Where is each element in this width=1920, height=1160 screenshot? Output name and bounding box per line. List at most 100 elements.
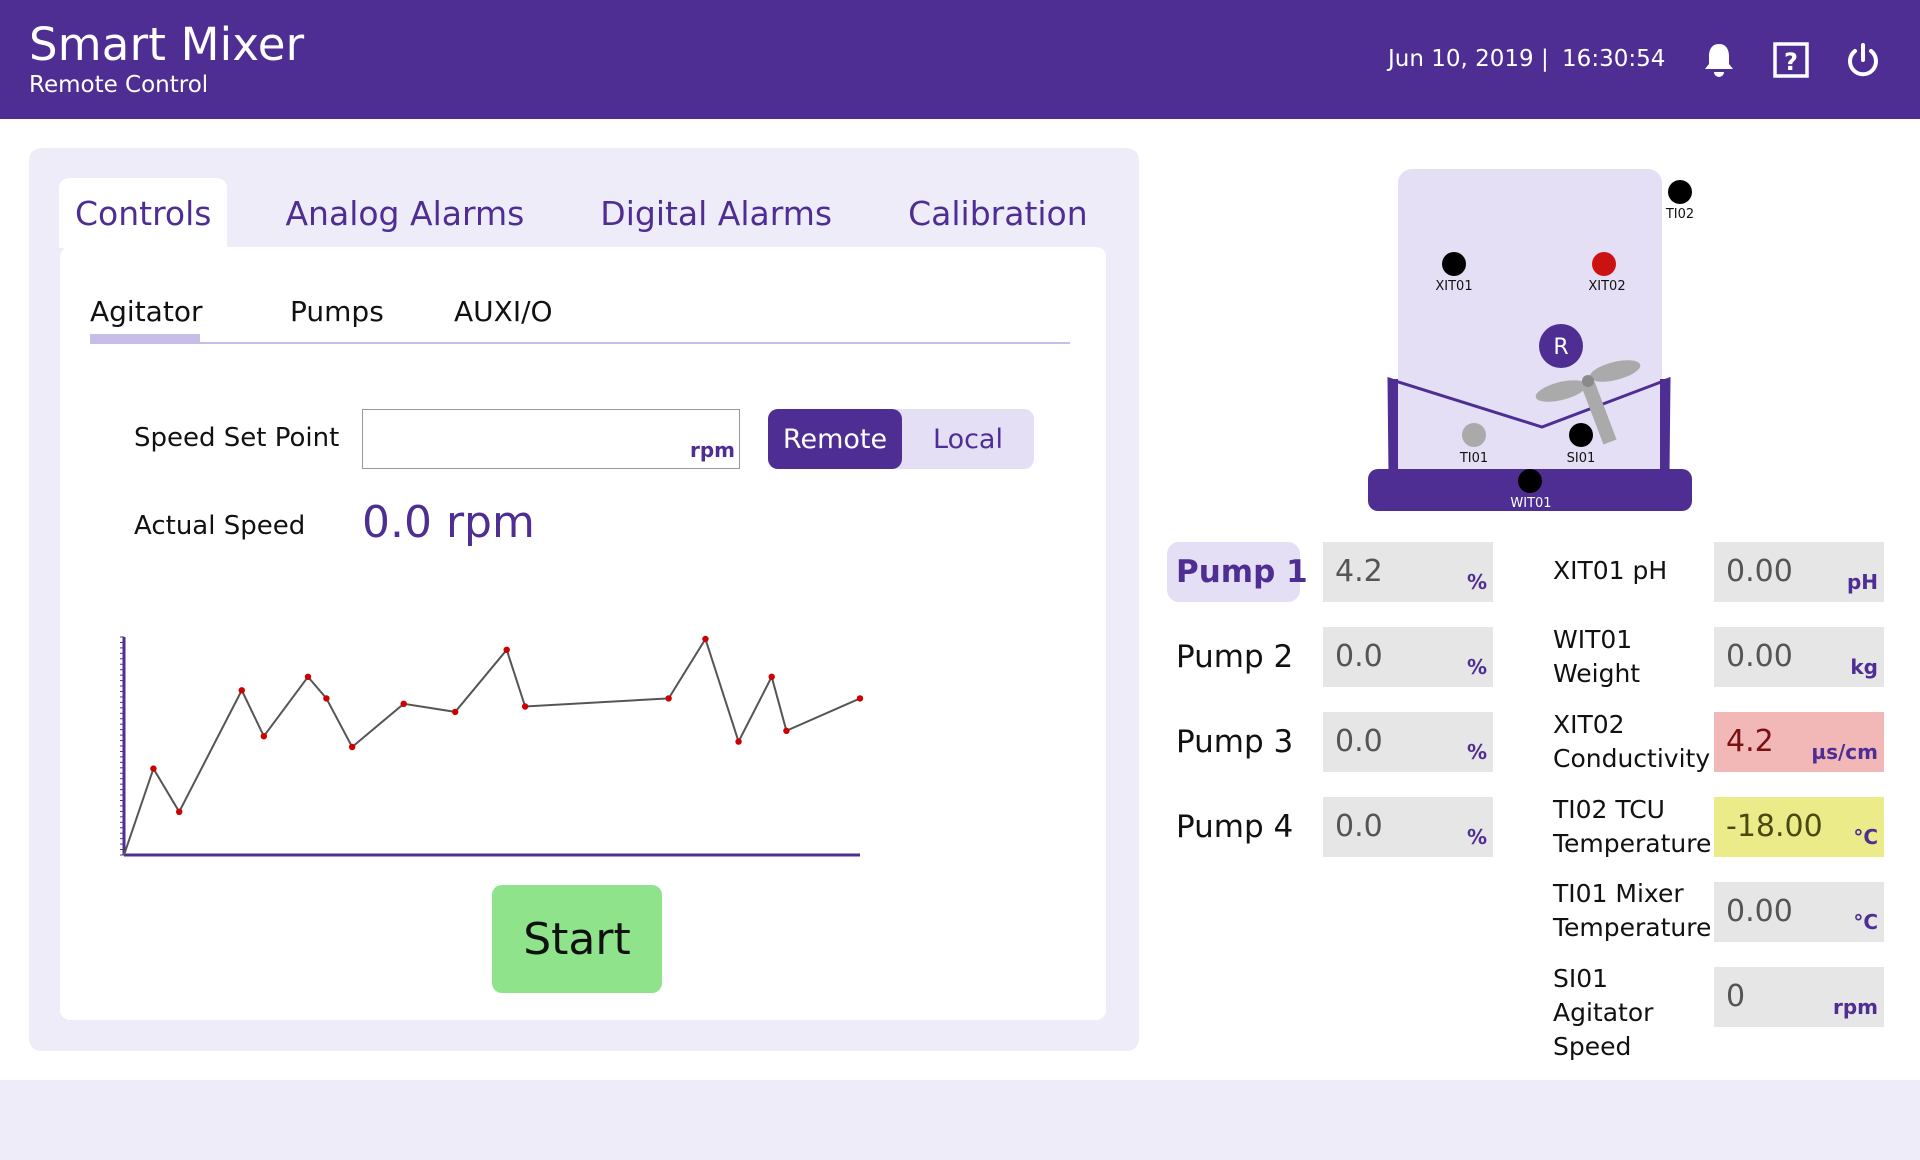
sensor-label-xit02: XIT02: [1588, 279, 1625, 294]
mode-toggle: Remote Local: [768, 409, 1034, 469]
speed-data-point: [348, 743, 356, 751]
sensor-xit02-value-box: 4.2 µs/cm: [1714, 712, 1884, 772]
actual-speed-label: Actual Speed: [134, 511, 306, 541]
footer-bar: [0, 1080, 1920, 1160]
datetime: Jun 10, 2019 | 16:30:54: [1388, 46, 1665, 72]
tab-digital-alarms[interactable]: Digital Alarms: [584, 178, 848, 248]
speed-data-point: [856, 695, 864, 702]
pump-4-value-box: 0.0 %: [1323, 797, 1493, 857]
sensor-si01-value: 0: [1726, 979, 1746, 1014]
sensor-ti02-label: TI02 TCU Temperature: [1553, 795, 1712, 858]
speed-data-point: [304, 673, 312, 680]
sensor-wit01-label: WIT01 Weight: [1553, 625, 1641, 688]
sensor-dot-ti02[interactable]: [1668, 180, 1692, 204]
impeller-hub: [1582, 375, 1594, 387]
date-text: Jun 10, 2019 |: [1388, 46, 1549, 72]
speed-data-point: [260, 733, 268, 740]
start-button[interactable]: Start: [492, 885, 662, 993]
sensor-ti01-label: TI01 Mixer Temperature: [1553, 879, 1712, 942]
main-tabs: Controls Analog Alarms Digital Alarms Ca…: [59, 178, 1148, 248]
power-icon[interactable]: [1843, 40, 1883, 80]
remote-badge-text: R: [1553, 335, 1568, 360]
sensor-si01-label: SI01 Agitator Speed: [1553, 964, 1654, 1061]
sensor-xit01-value-box: 0.00 pH: [1714, 542, 1884, 602]
tab-analog-alarms[interactable]: Analog Alarms: [269, 178, 540, 248]
chart-series: [123, 635, 864, 856]
sensor-xit01-unit: pH: [1846, 570, 1878, 594]
pump-4-unit: %: [1466, 825, 1487, 849]
speed-data-point: [768, 673, 775, 680]
bell-icon[interactable]: [1699, 40, 1739, 80]
actual-speed-value: 0.0 rpm: [362, 497, 535, 548]
sensor-dot-wit01[interactable]: [1518, 469, 1542, 493]
subtab-agitator[interactable]: Agitator: [90, 295, 202, 328]
pump-2-unit: %: [1466, 655, 1487, 679]
sensor-wit01-value: 0.00: [1726, 639, 1793, 674]
control-panel: Controls Analog Alarms Digital Alarms Ca…: [29, 148, 1139, 1051]
tab-calibration[interactable]: Calibration: [892, 178, 1104, 248]
app-title: Smart Mixer: [29, 18, 305, 71]
subtab-pumps[interactable]: Pumps: [290, 295, 384, 328]
speed-set-point-label: Speed Set Point: [134, 423, 340, 453]
local-mode-button[interactable]: Local: [902, 409, 1034, 469]
speed-data-point: [176, 808, 183, 815]
sensor-ti02-unit: °C: [1853, 825, 1878, 849]
pump-2-value: 0.0: [1335, 639, 1383, 674]
controls-card: Agitator Pumps AUXI/O Speed Set Point rp…: [60, 247, 1106, 1020]
svg-text:?: ?: [1784, 48, 1798, 76]
sensor-dot-xit01[interactable]: [1442, 252, 1466, 276]
sensor-ti01-value-box: 0.00 °C: [1714, 882, 1884, 942]
speed-unit-label: rpm: [689, 438, 735, 462]
tab-controls[interactable]: Controls: [59, 178, 228, 248]
sensor-xit01-value: 0.00: [1726, 554, 1793, 589]
remote-mode-button[interactable]: Remote: [768, 409, 902, 469]
mixer-vessel: [1398, 169, 1662, 489]
sensor-dot-si01[interactable]: [1569, 423, 1593, 447]
sensor-xit02-value: 4.2: [1726, 724, 1774, 759]
speed-data-point: [452, 708, 459, 716]
sensor-wit01-value-box: 0.00 kg: [1714, 627, 1884, 687]
speed-set-point-input[interactable]: [363, 410, 739, 468]
sensor-label-xit01: XIT01: [1435, 279, 1472, 294]
mixer-right-wall: [1660, 379, 1669, 474]
speed-data-point: [400, 700, 407, 707]
app-subtitle: Remote Control: [29, 72, 209, 98]
speed-data-point: [503, 646, 510, 653]
speed-series-line: [123, 636, 861, 856]
speed-data-point: [783, 727, 790, 734]
sensor-xit02-unit: µs/cm: [1811, 740, 1878, 764]
speed-trend-chart: [120, 635, 864, 857]
speed-data-point: [521, 703, 529, 710]
subtab-auxio[interactable]: AUXI/O: [454, 295, 553, 328]
sensor-xit02-label: XIT02 Conductivity: [1553, 710, 1711, 773]
pump-3-button[interactable]: Pump 3: [1167, 712, 1300, 772]
speed-data-point: [150, 765, 157, 772]
active-subtab-indicator: [90, 334, 200, 342]
pump-4-value: 0.0: [1335, 809, 1383, 844]
pump-2-button[interactable]: Pump 2: [1167, 627, 1300, 687]
sensor-dot-ti01[interactable]: [1462, 423, 1486, 447]
pump-3-value: 0.0: [1335, 724, 1383, 759]
pump-4-button[interactable]: Pump 4: [1167, 797, 1300, 857]
pump-1-value: 4.2: [1335, 554, 1383, 589]
speed-data-point: [323, 695, 330, 702]
pump-3-unit: %: [1466, 740, 1487, 764]
pump-1-unit: %: [1466, 570, 1487, 594]
sensor-xit01-label: XIT01 pH: [1553, 556, 1668, 585]
mixer-diagram: R TI02 XIT01 XIT02 TI01 SI01 WIT01: [1368, 169, 1694, 511]
sensor-si01-unit: rpm: [1832, 995, 1878, 1019]
pump-3-value-box: 0.0 %: [1323, 712, 1493, 772]
help-icon[interactable]: ?: [1771, 40, 1811, 80]
speed-set-point-field: rpm: [362, 409, 740, 469]
sensor-ti02-value: -18.00: [1726, 809, 1823, 844]
mixer-left-wall: [1389, 379, 1398, 474]
sensor-dot-xit02[interactable]: [1592, 252, 1616, 276]
sensor-label-si01: SI01: [1567, 451, 1596, 466]
pump-1-button[interactable]: Pump 1: [1167, 542, 1308, 602]
speed-data-point: [238, 687, 245, 694]
speed-data-point: [735, 738, 742, 745]
time-text: 16:30:54: [1562, 46, 1666, 72]
speed-data-point: [665, 695, 672, 702]
sensor-si01-value-box: 0 rpm: [1714, 967, 1884, 1027]
header-bar: Smart Mixer Remote Control Jun 10, 2019 …: [0, 0, 1920, 119]
